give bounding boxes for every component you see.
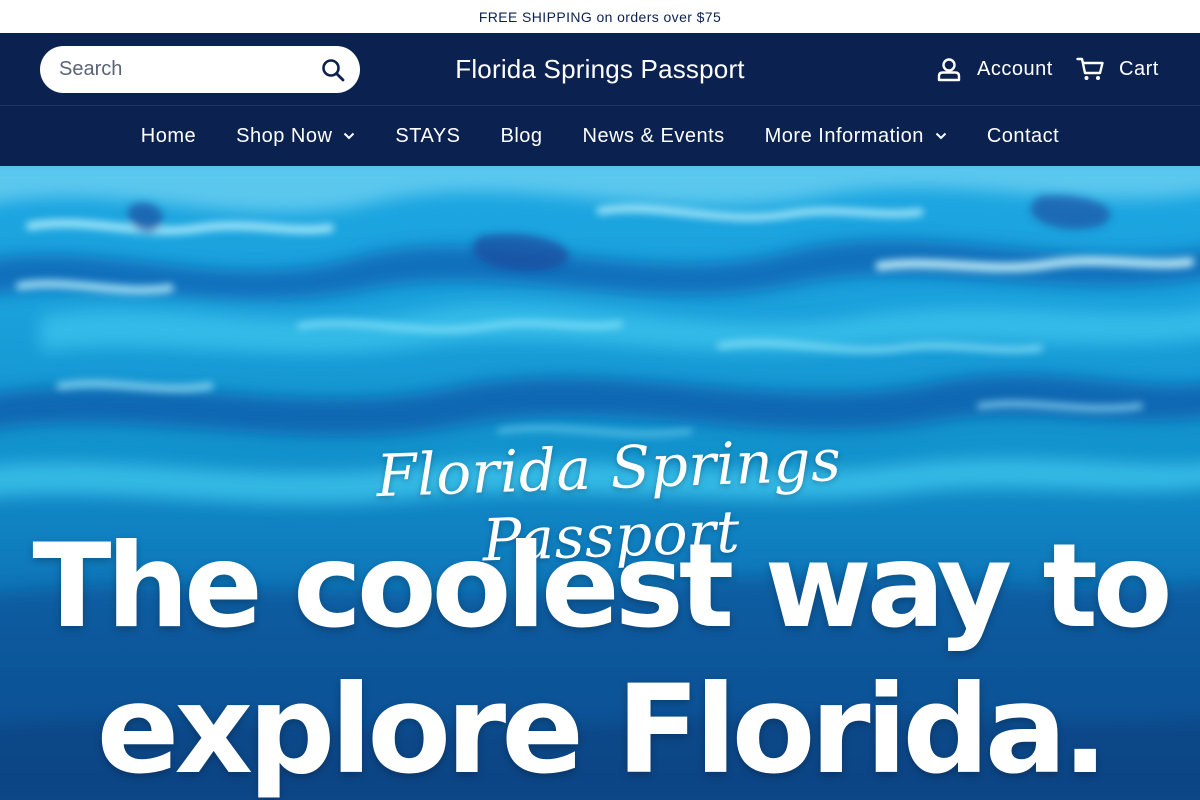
nav-item-news-events[interactable]: News & Events (563, 125, 745, 148)
nav-item-more-information[interactable]: More Information (745, 125, 967, 148)
nav-item-label: Blog (500, 124, 543, 147)
main-nav: Home Shop Now STAYS Blog News & Events M… (0, 106, 1200, 166)
hero-headline-line2: explore Florida. (96, 659, 1109, 800)
user-icon (936, 56, 962, 82)
nav-item-shop-now[interactable]: Shop Now (216, 125, 375, 148)
chevron-down-icon (344, 132, 355, 140)
hero-banner: Florida Springs Passport The coolest way… (0, 166, 1200, 800)
nav-item-blog[interactable]: Blog (481, 125, 563, 148)
cart-label: Cart (1119, 57, 1159, 80)
nav-item-label: Contact (986, 124, 1060, 147)
search-icon[interactable] (320, 57, 346, 83)
nav-item-home[interactable]: Home (121, 125, 216, 148)
cart-icon (1076, 56, 1104, 82)
account-link[interactable]: Account (936, 53, 1053, 85)
nav-item-label: News & Events (582, 124, 725, 147)
site-title-link[interactable]: Florida Springs Passport (400, 34, 800, 104)
nav-item-contact[interactable]: Contact (967, 125, 1079, 148)
nav-item-label: More Information (764, 124, 924, 147)
account-label: Account (977, 57, 1053, 80)
cart-link[interactable]: Cart (1076, 53, 1159, 85)
search-input[interactable] (57, 57, 307, 82)
announcement-bar: FREE SHIPPING on orders over $75 (0, 0, 1200, 34)
site-header: Florida Springs Passport Account Cart (0, 34, 1200, 106)
hero-headline-line1: The coolest way to (32, 519, 1172, 654)
nav-item-stays[interactable]: STAYS (375, 125, 480, 148)
nav-item-label: Home (140, 124, 197, 147)
nav-item-label: STAYS (395, 124, 461, 147)
site-title: Florida Springs Passport (455, 53, 745, 84)
announcement-text: FREE SHIPPING on orders over $75 (478, 8, 722, 25)
search-form (40, 46, 360, 93)
nav-item-label: Shop Now (236, 124, 333, 147)
chevron-down-icon (935, 132, 947, 140)
